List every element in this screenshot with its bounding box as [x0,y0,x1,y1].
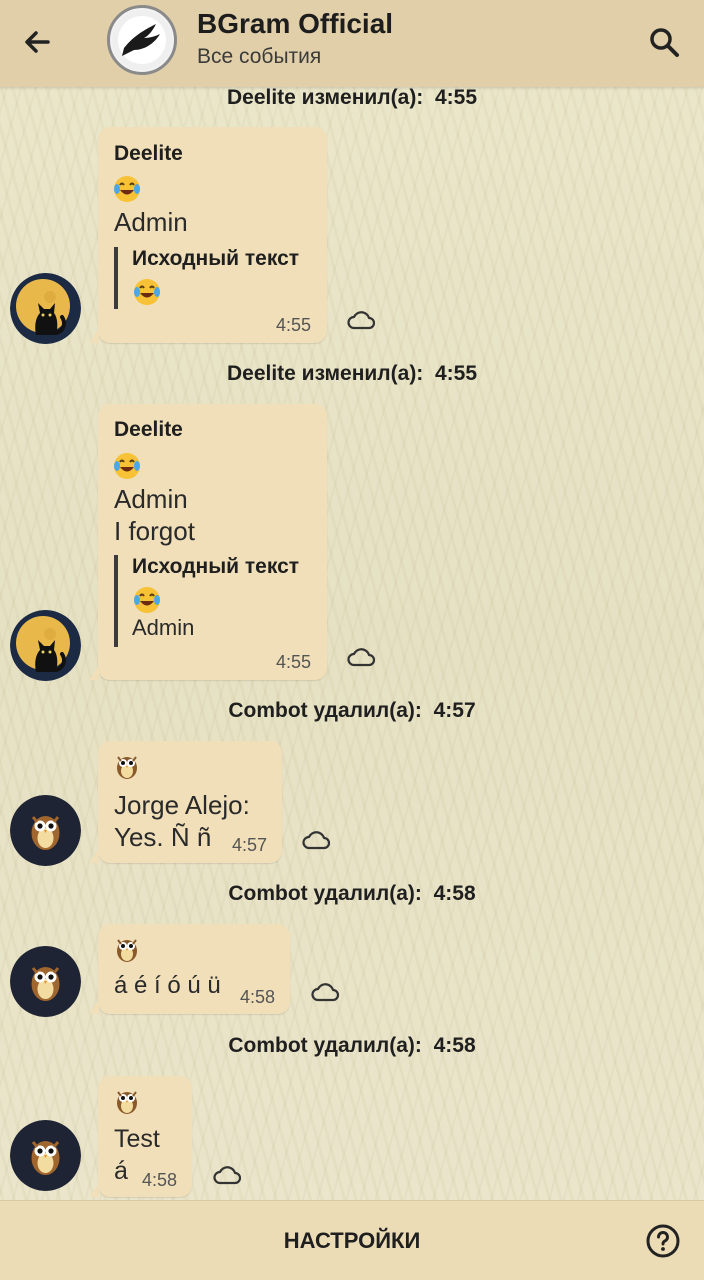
owl-icon [117,939,137,962]
sender-name[interactable]: Deelite [114,142,183,166]
quote-title: Исходный текст [132,247,300,270]
avatar-cat-moon[interactable] [10,273,81,344]
owl-icon [117,756,137,779]
quote-line: Admin [132,615,195,640]
face-with-tears-of-joy-icon [134,279,160,305]
face-with-tears-of-joy-icon [114,176,140,202]
bottom-bar: НАСТРОЙКИ [0,1200,704,1280]
owl-icon [10,1120,81,1191]
message-time: 4:55 [276,315,312,335]
avatar-owl[interactable] [10,795,81,866]
original-text-quote: Исходный текст Admin [114,555,299,647]
service-actor: Combot удалил(а): [228,699,422,722]
sender-name[interactable]: Deelite [114,418,183,442]
search-icon[interactable] [644,22,684,62]
avatar-owl[interactable] [10,946,81,1017]
message-line: á [114,1157,128,1185]
channel-avatar[interactable] [107,5,177,75]
message-line: Admin [114,207,188,237]
service-time: 4:58 [433,1034,476,1057]
service-message: Combot удалил(а): 4:57 [0,699,704,723]
service-actor: Combot удалил(а): [228,882,422,905]
channel-subtitle: Все события [197,45,322,68]
app-bar: BGram Official Все события [0,0,704,87]
owl-icon [10,946,81,1017]
face-with-tears-of-joy-icon [114,453,140,479]
owl-icon [117,1091,137,1114]
service-actor: Deelite изменил(а): [226,362,424,385]
message-line: Test [114,1125,160,1153]
quote-title: Исходный текст [132,555,300,578]
message-bubble[interactable]: á é í ó ú ü 4:58 [89,924,290,1014]
message-bubble[interactable]: Deelite Admin Исходный текст 4:55 [89,127,327,343]
cloud-icon[interactable] [346,646,376,668]
service-time: 4:55 [434,86,478,109]
cloud-icon[interactable] [310,981,340,1003]
message-bubble[interactable]: Deelite Admin I forgot Исходный текст Ad… [89,404,327,680]
message-time: 4:55 [276,652,312,672]
cloud-icon[interactable] [301,829,331,851]
cloud-icon[interactable] [346,309,376,331]
message-time: 4:57 [232,835,268,855]
face-with-tears-of-joy-icon [134,587,160,613]
service-time: 4:57 [433,699,476,722]
original-text-quote: Исходный текст [114,247,299,309]
message-bubble[interactable]: Test á 4:58 [89,1076,192,1197]
service-time: 4:58 [433,882,476,905]
message-line: Admin [114,484,188,514]
settings-button[interactable]: НАСТРОЙКИ [0,1201,704,1280]
service-message: Deelite изменил(а): 4:55 [0,362,704,386]
bird-logo-icon [112,10,172,70]
message-line: I forgot [114,516,195,546]
message-line: á é í ó ú ü [114,972,221,999]
owl-icon [10,795,81,866]
service-message: Deelite изменил(а): 4:55 [0,86,704,110]
message-line: Jorge Alejo: [114,790,250,820]
message-line: Yes. Ñ ñ [114,822,212,852]
cat-moon-icon [10,610,81,681]
message-time: 4:58 [142,1170,178,1190]
service-message: Combot удалил(а): 4:58 [0,1034,704,1058]
service-actor: Combot удалил(а): [228,1034,422,1057]
help-circle-icon[interactable] [645,1223,681,1259]
message-time: 4:58 [240,987,276,1007]
message-bubble[interactable]: Jorge Alejo: Yes. Ñ ñ 4:57 [89,741,282,863]
cat-moon-icon [10,273,81,344]
service-message: Combot удалил(а): 4:58 [0,882,704,906]
avatar-owl[interactable] [10,1120,81,1191]
avatar-cat-moon[interactable] [10,610,81,681]
arrow-left-icon[interactable] [18,22,58,62]
channel-title[interactable]: BGram Official [197,8,393,40]
service-time: 4:55 [434,362,478,385]
service-actor: Deelite изменил(а): [226,86,424,109]
cloud-icon[interactable] [212,1164,242,1186]
